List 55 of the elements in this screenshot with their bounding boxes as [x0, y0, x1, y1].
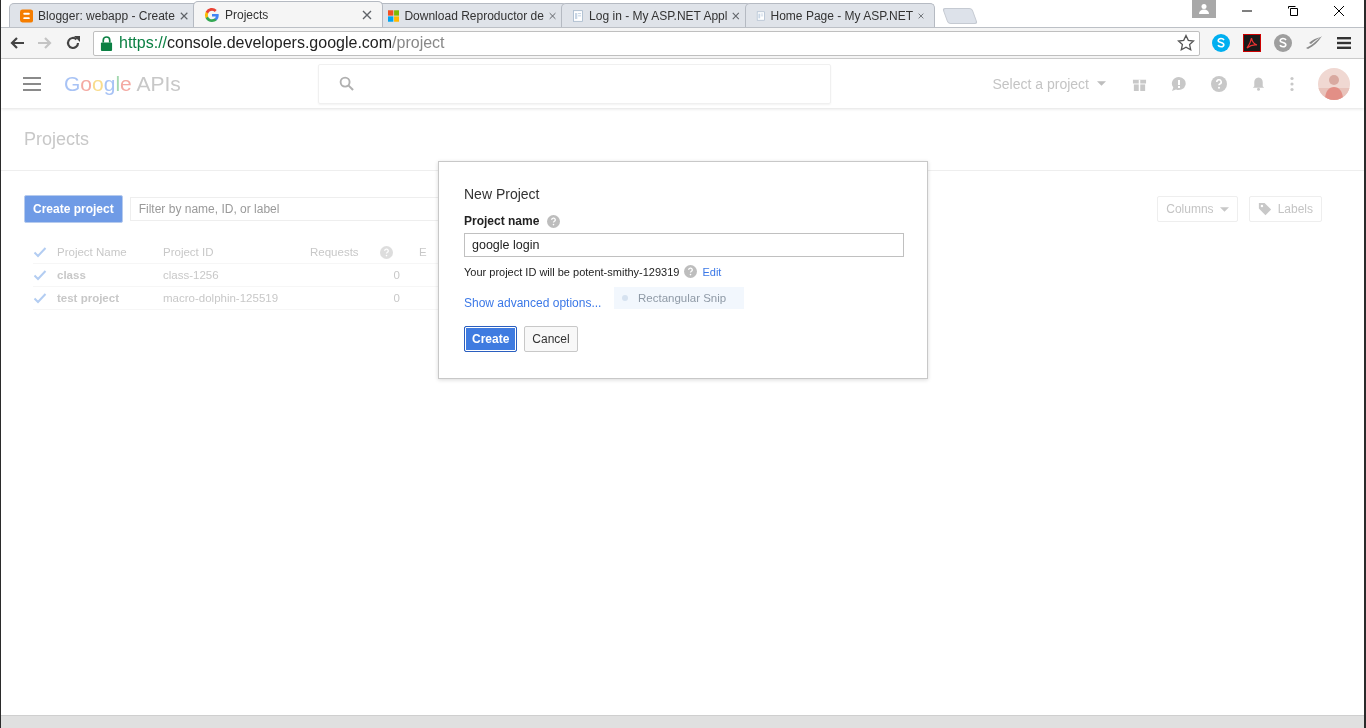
- page-icon: [572, 7, 585, 24]
- tab-title: Home Page - My ASP.NET: [770, 8, 914, 23]
- person-icon: [1198, 3, 1210, 15]
- pdf-icon[interactable]: [1243, 34, 1261, 52]
- reload-icon[interactable]: [65, 35, 81, 51]
- advanced-options-link[interactable]: Show advanced options...: [464, 296, 602, 310]
- profile-button[interactable]: [1192, 0, 1216, 18]
- tab-title: Projects: [225, 7, 270, 22]
- browser-tab[interactable]: Home Page - My ASP.NET: [745, 3, 935, 27]
- url-text: https://console.developers.google.com/project: [119, 34, 445, 52]
- blogger-logo-icon: [20, 7, 34, 24]
- checkbox[interactable]: [33, 291, 47, 305]
- feedback-icon[interactable]: [1171, 75, 1187, 92]
- tag-icon: [1257, 202, 1272, 216]
- star-icon[interactable]: [1177, 34, 1195, 52]
- menu-icon[interactable]: [1336, 35, 1352, 51]
- cancel-button[interactable]: Cancel: [524, 326, 578, 352]
- skype-icon[interactable]: [1274, 34, 1292, 52]
- bell-icon[interactable]: [1251, 76, 1266, 91]
- close-icon[interactable]: [1334, 6, 1344, 16]
- forward-icon[interactable]: [37, 35, 53, 51]
- browser-tab[interactable]: Projects: [193, 1, 383, 27]
- skype-icon[interactable]: [1212, 34, 1230, 52]
- dialog-title: New Project: [464, 186, 541, 202]
- help-icon: [547, 214, 561, 228]
- checkbox[interactable]: [33, 268, 47, 282]
- address-bar[interactable]: https://console.developers.google.com/project: [93, 30, 1200, 56]
- search-icon: [339, 76, 354, 91]
- dropdown-caret-icon: [1097, 81, 1106, 86]
- edit-link[interactable]: Edit: [702, 265, 722, 278]
- checkbox[interactable]: [33, 245, 47, 259]
- back-icon[interactable]: [9, 35, 25, 51]
- lock-icon: [100, 35, 113, 51]
- tab-title: Blogger: webapp - Create: [38, 8, 175, 23]
- help-icon[interactable]: [1211, 75, 1227, 92]
- tab-title: Download Reproductor de: [404, 8, 544, 23]
- tab-title: Log in - My ASP.NET Appl: [589, 8, 728, 23]
- windows-logo-icon: [388, 7, 400, 24]
- google-logo-icon: [204, 6, 220, 23]
- dot-icon: [622, 295, 628, 301]
- project-name-field[interactable]: google login: [464, 233, 904, 257]
- help-icon: [380, 245, 393, 259]
- project-id-note: Your project ID will be potent-smithy-129319: [464, 265, 680, 278]
- help-icon: [684, 265, 698, 278]
- field-label: Project name: [464, 214, 540, 228]
- create-project-button[interactable]: Create project: [24, 195, 123, 223]
- create-button[interactable]: Create: [464, 326, 518, 352]
- search-field[interactable]: [318, 63, 831, 104]
- swoosh-icon[interactable]: [1305, 34, 1323, 52]
- dropdown-caret-icon: [1219, 206, 1229, 212]
- restore-icon[interactable]: [1288, 6, 1298, 16]
- tooltip-text: Rectangular Snip: [638, 292, 727, 304]
- more-icon[interactable]: [1290, 75, 1294, 92]
- new-tab-button[interactable]: [942, 8, 978, 24]
- avatar[interactable]: [1318, 67, 1350, 100]
